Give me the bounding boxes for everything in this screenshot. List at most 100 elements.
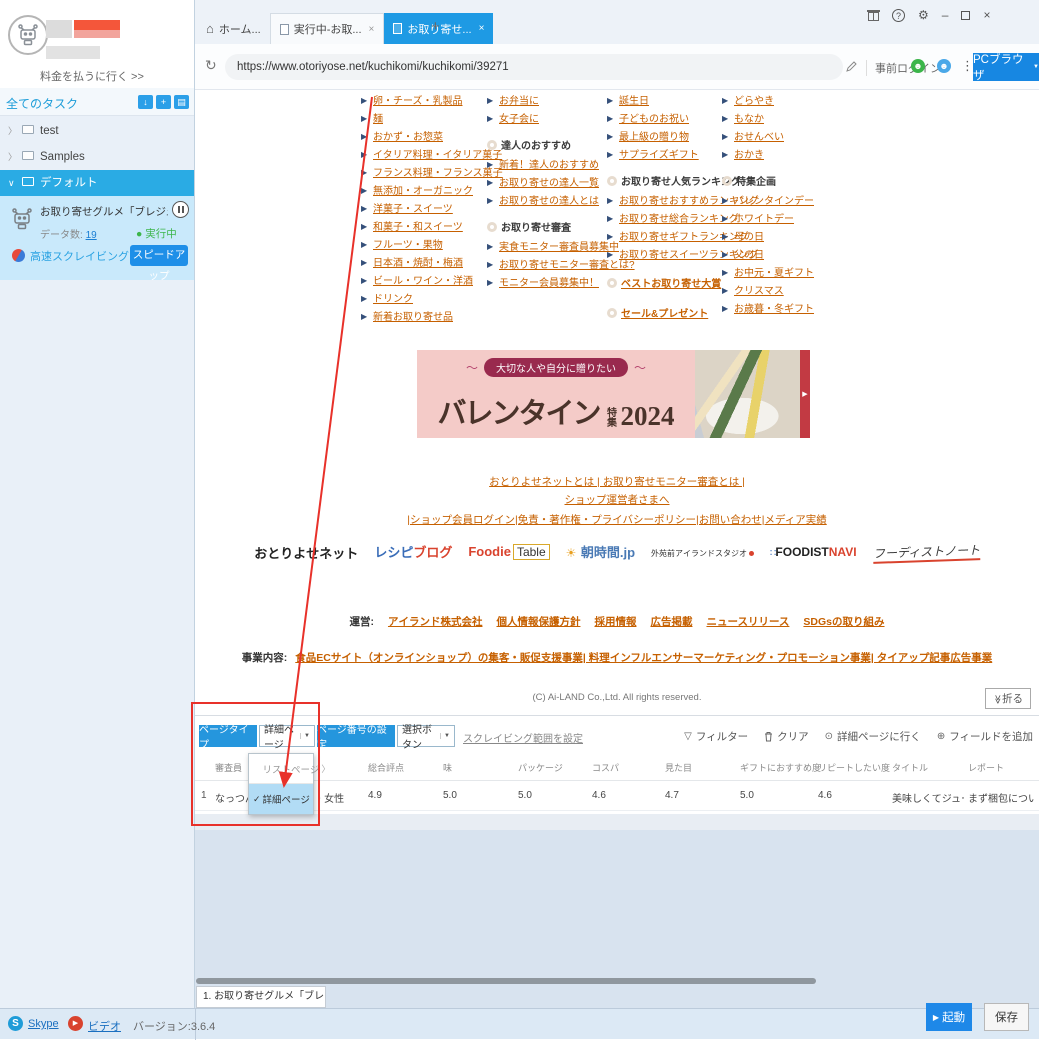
- column-header[interactable]: ギフトにおすすめ度: [740, 761, 821, 774]
- page-link[interactable]: おせんべい: [734, 132, 784, 143]
- table-cell[interactable]: 4.7: [665, 790, 737, 801]
- footer-links-line3[interactable]: |ショップ会員ログイン|免責・著作権・プライバシーポリシー|お問い合わせ|メディ…: [195, 512, 1039, 527]
- page-link[interactable]: 女子会に: [499, 114, 539, 125]
- column-header[interactable]: 味: [443, 761, 452, 774]
- filter-button[interactable]: ▽ フィルター: [684, 729, 748, 744]
- page-link[interactable]: モニター会員募集中！: [499, 278, 599, 289]
- table-cell[interactable]: 4.6: [818, 790, 890, 801]
- prelogin-label[interactable]: 事前ログイン: [866, 60, 941, 76]
- maximize-button[interactable]: [961, 10, 971, 20]
- page-link[interactable]: バレンタインデー: [734, 196, 814, 207]
- new-task-icon[interactable]: +: [156, 95, 171, 109]
- green-contact-icon[interactable]: ☻: [911, 59, 925, 73]
- footer-links-line1[interactable]: おとりよせネットとは | お取り寄せモニター審査とは |: [195, 474, 1039, 489]
- add-field-button[interactable]: ⊕ フィールドを追加: [937, 729, 1033, 744]
- folder-row[interactable]: 〉 Samples: [0, 144, 194, 170]
- recipe-blog-logo[interactable]: レシピブログ: [374, 542, 452, 562]
- table-cell[interactable]: 4.9: [368, 790, 440, 801]
- page-link[interactable]: 無添加・オーガニック: [373, 186, 473, 197]
- blue-contact-icon[interactable]: ☻: [937, 59, 951, 73]
- column-header[interactable]: 審査員: [215, 761, 242, 774]
- page-link[interactable]: おかず・お惣菜: [373, 132, 443, 143]
- edit-url-icon[interactable]: [846, 59, 857, 77]
- page-link[interactable]: ドリンク: [373, 294, 413, 305]
- page-link[interactable]: お取り寄せ審査: [501, 223, 571, 234]
- avatar[interactable]: [8, 15, 48, 55]
- browser-tab[interactable]: ⌂ ホーム... ×: [197, 13, 270, 44]
- asajikan-logo[interactable]: ☀ 朝時間.jp: [566, 542, 635, 562]
- column-header[interactable]: 見た目: [665, 761, 692, 774]
- all-tasks-label[interactable]: 全てのタスク: [6, 95, 78, 112]
- table-cell[interactable]: 5.0: [518, 790, 590, 801]
- dropdown-menu-item[interactable]: ✓ 詳細ページ 〉: [249, 784, 313, 814]
- page-link[interactable]: ベストお取り寄せ大賞: [621, 279, 721, 290]
- page-link[interactable]: 父の日: [734, 250, 764, 261]
- page-link[interactable]: ホワイトデー: [734, 214, 794, 225]
- video-icon[interactable]: ▶: [68, 1016, 83, 1031]
- page-number-select[interactable]: 選択ボタン ▼: [397, 725, 455, 751]
- task-view-icon[interactable]: ▤: [174, 95, 189, 109]
- column-header[interactable]: パッケージ: [518, 761, 563, 774]
- minimize-button[interactable]: –: [942, 8, 949, 22]
- column-header[interactable]: コスパ: [592, 761, 619, 774]
- pay-link[interactable]: 料金を払うに行く >>: [40, 68, 144, 84]
- page-link[interactable]: ビール・ワイン・洋酒: [373, 276, 473, 287]
- otoriyose-net-logo[interactable]: おとりよせネット: [254, 543, 358, 562]
- new-tab-button[interactable]: +: [431, 18, 440, 35]
- pc-browser-button[interactable]: PCブラウザ ▼: [973, 53, 1039, 82]
- page-link[interactable]: お弁当に: [499, 96, 539, 107]
- save-button[interactable]: 保存: [984, 1003, 1029, 1031]
- dropdown-menu-item[interactable]: ✓ リストページ 〉: [249, 754, 330, 784]
- island-studio-logo[interactable]: 外苑前アイランドスタジオ: [651, 543, 755, 561]
- page-link[interactable]: お歳暮・冬ギフト: [734, 304, 814, 315]
- clear-button[interactable]: クリア: [764, 729, 809, 744]
- speed-up-button[interactable]: スピードアップ: [130, 245, 188, 282]
- page-link[interactable]: 誕生日: [619, 96, 649, 107]
- foodist-navi-logo[interactable]: ∷FOODISTNAVI: [770, 543, 857, 561]
- url-input[interactable]: https://www.otoriyose.net/kuchikomi/kuch…: [225, 54, 843, 80]
- page-link[interactable]: 日本酒・焼酎・梅酒: [373, 258, 463, 269]
- horizontal-scrollbar[interactable]: [196, 978, 816, 984]
- page-link[interactable]: 新着お取り寄せ品: [373, 312, 453, 323]
- management-link[interactable]: 採用情報: [594, 614, 636, 629]
- page-link[interactable]: どらやき: [734, 96, 774, 107]
- close-button[interactable]: ×: [983, 8, 990, 22]
- gear-icon[interactable]: ⚙: [918, 8, 929, 22]
- page-link[interactable]: 卵・チーズ・乳製品: [373, 96, 463, 107]
- skype-icon[interactable]: S: [8, 1016, 23, 1031]
- page-link[interactable]: フランス料理・フランス菓子: [373, 168, 503, 179]
- table-row[interactable]: なっつんさん 30代・女性 4.9 5.0 5.0 4.6 4.7 5.0 4.6 美味しくてジュ…: [195, 781, 1039, 811]
- column-header[interactable]: リピートしたい度: [818, 761, 890, 774]
- browser-tab[interactable]: ⌂ 実行中-お取... ×: [269, 13, 385, 44]
- close-tab-icon[interactable]: ×: [369, 24, 375, 35]
- footer-links-line2[interactable]: ショップ運営者さまへ: [195, 492, 1039, 507]
- page-link[interactable]: お取り寄せの達人一覧: [499, 178, 599, 189]
- management-link[interactable]: SDGsの取り組み: [803, 614, 884, 629]
- management-link[interactable]: ニュースリリース: [706, 614, 789, 629]
- goto-detail-button[interactable]: ⊙ 詳細ページに行く: [825, 729, 921, 744]
- foodie-table-logo[interactable]: Foodie Table: [468, 543, 550, 561]
- page-link[interactable]: おかき: [734, 150, 764, 161]
- page-link[interactable]: クリスマス: [734, 286, 784, 297]
- page-link[interactable]: 洋菓子・スイーツ: [373, 204, 453, 215]
- folder-row[interactable]: 〉 test: [0, 118, 194, 144]
- refresh-icon[interactable]: ↻: [205, 57, 217, 74]
- page-link[interactable]: フルーツ・果物: [373, 240, 443, 251]
- management-link[interactable]: アイランド株式会社: [388, 614, 483, 629]
- help-icon[interactable]: ?: [892, 8, 905, 22]
- folder-row[interactable]: ∨ デフォルト: [0, 170, 194, 196]
- page-link[interactable]: サプライズギフト: [619, 150, 699, 161]
- column-header[interactable]: レポート: [968, 761, 1034, 774]
- page-link[interactable]: 達人のおすすめ: [501, 141, 571, 152]
- page-type-select[interactable]: 詳細ページ ▼: [259, 725, 315, 751]
- page-link[interactable]: 子どものお祝い: [619, 114, 689, 125]
- column-header[interactable]: タイトル: [892, 761, 928, 774]
- page-link[interactable]: お中元・夏ギフト: [734, 268, 814, 279]
- business-links[interactable]: 食品ECサイト（オンラインショップ）の集客・販促支援事業| 料理インフルエンサー…: [295, 650, 992, 665]
- data-count-link[interactable]: 19: [86, 230, 97, 241]
- gift-icon[interactable]: [867, 10, 880, 21]
- fold-button[interactable]: ≫折る: [984, 688, 1031, 709]
- page-link[interactable]: 母の日: [734, 232, 764, 243]
- page-link[interactable]: セール&プレゼント: [621, 309, 708, 320]
- run-button[interactable]: ▶ 起動: [926, 1003, 972, 1031]
